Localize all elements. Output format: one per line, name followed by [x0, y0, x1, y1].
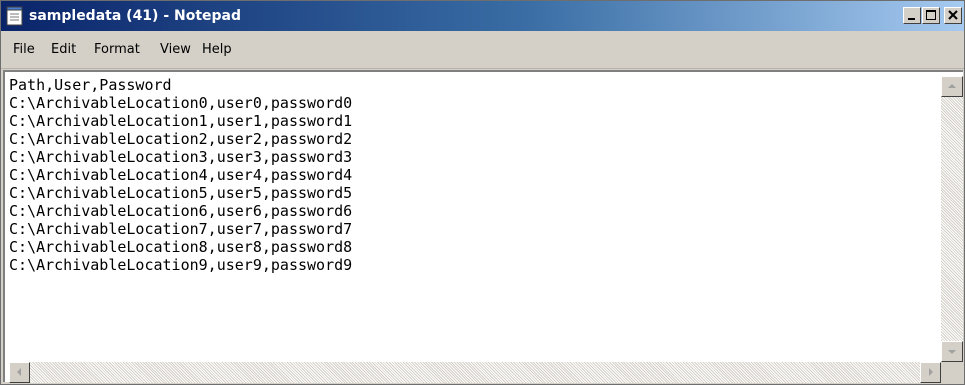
text-line: C:\ArchivableLocation3,user3,password3	[9, 148, 353, 166]
window-title: sampledata (41) - Notepad	[29, 8, 242, 24]
arrow-right-icon	[929, 368, 933, 376]
minimize-button[interactable]	[903, 7, 921, 24]
editor-text[interactable]: Path,User,Password C:\ArchivableLocation…	[9, 76, 934, 356]
scroll-left-button[interactable]	[9, 362, 30, 383]
scroll-right-button[interactable]	[920, 362, 941, 383]
menu-format[interactable]: Format	[94, 41, 140, 59]
arrow-up-icon	[948, 84, 956, 88]
arrow-down-icon	[948, 350, 956, 354]
notepad-icon[interactable]	[6, 6, 24, 26]
maximize-icon	[926, 10, 936, 20]
title-bar[interactable]: sampledata (41) - Notepad	[1, 1, 964, 31]
menu-bar: File Edit Format View Help	[1, 31, 964, 69]
text-line: C:\ArchivableLocation2,user2,password2	[9, 130, 353, 148]
text-line: C:\ArchivableLocation5,user5,password5	[9, 184, 353, 202]
vertical-scrollbar[interactable]	[941, 76, 963, 362]
horizontal-scrollbar[interactable]	[9, 362, 941, 383]
text-line: C:\ArchivableLocation8,user8,password8	[9, 238, 353, 256]
scroll-up-button[interactable]	[941, 76, 963, 97]
text-line: C:\ArchivableLocation6,user6,password6	[9, 202, 353, 220]
minimize-icon	[908, 18, 915, 20]
text-line: C:\ArchivableLocation1,user1,password1	[9, 112, 353, 130]
text-line: C:\ArchivableLocation9,user9,password9	[9, 256, 353, 274]
menu-file[interactable]: File	[13, 41, 35, 59]
close-button[interactable]	[944, 7, 962, 24]
size-grip[interactable]	[941, 362, 963, 383]
text-line: Path,User,Password	[9, 76, 172, 94]
close-icon	[948, 10, 958, 20]
text-line: C:\ArchivableLocation0,user0,password0	[9, 94, 353, 112]
menu-edit[interactable]: Edit	[51, 41, 76, 59]
scroll-down-button[interactable]	[941, 341, 963, 362]
menu-help[interactable]: Help	[202, 41, 232, 59]
text-line: C:\ArchivableLocation7,user7,password7	[9, 220, 353, 238]
arrow-left-icon	[17, 368, 21, 376]
menu-view[interactable]: View	[160, 41, 191, 59]
maximize-button[interactable]	[922, 7, 940, 24]
text-line: C:\ArchivableLocation4,user4,password4	[9, 166, 353, 184]
